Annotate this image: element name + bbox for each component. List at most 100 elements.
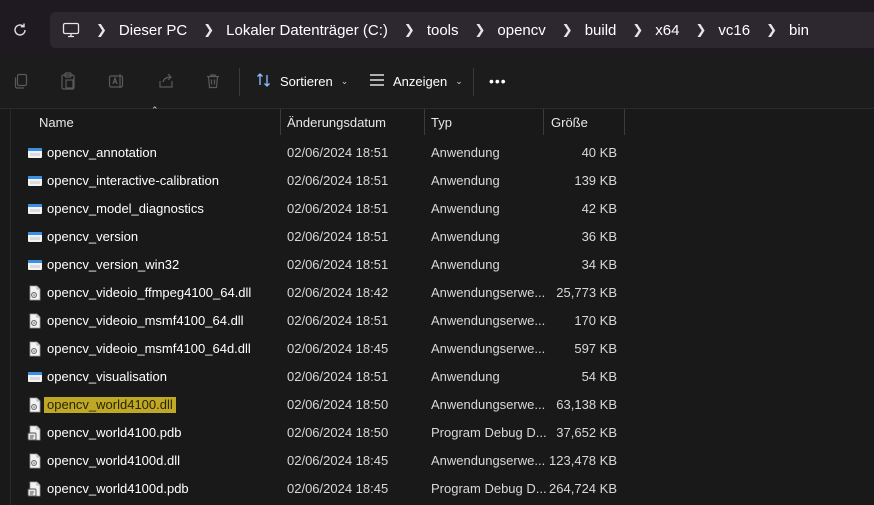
chevron-right-icon[interactable]: ❯	[766, 22, 777, 38]
toolbar-divider	[473, 68, 474, 96]
file-row[interactable]: opencv_world4100.pdb 02/06/2024 18:50 Prog…	[18, 419, 628, 447]
copy-icon[interactable]	[12, 71, 30, 91]
file-name: opencv_version	[47, 229, 139, 244]
file-row[interactable]: opencv_videoio_ffmpeg4100_64.dll 02/06/20…	[18, 279, 628, 307]
column-resize-handle[interactable]	[424, 109, 425, 135]
breadcrumb-item-build[interactable]: build	[585, 22, 617, 39]
column-resize-handle[interactable]	[543, 109, 544, 135]
computer-icon[interactable]	[62, 22, 80, 38]
file-size: 34 KB	[581, 257, 617, 272]
share-icon[interactable]	[157, 71, 175, 91]
list-border	[10, 109, 11, 505]
dll-file-icon	[27, 313, 43, 329]
file-type: Anwendungserwe...	[431, 397, 546, 412]
pdb-file-icon	[27, 481, 43, 497]
more-options-button[interactable]: •••	[489, 69, 507, 93]
chevron-right-icon[interactable]: ❯	[404, 22, 415, 38]
file-type: Anwendungserwe...	[431, 313, 546, 328]
file-name: opencv_world4100d.pdb	[47, 481, 189, 496]
breadcrumb-item-bin[interactable]: bin	[789, 22, 809, 39]
file-size: 54 KB	[581, 369, 617, 384]
rename-icon[interactable]	[108, 71, 126, 91]
chevron-right-icon[interactable]: ❯	[203, 22, 214, 38]
column-header-name[interactable]: Name	[39, 109, 74, 135]
chevron-right-icon[interactable]: ❯	[475, 22, 486, 38]
sort-button[interactable]: Sortieren ⌄	[256, 69, 348, 93]
file-type: Anwendung	[431, 173, 500, 188]
toolbar-divider	[239, 68, 240, 96]
delete-icon[interactable]	[204, 71, 222, 91]
file-size: 63,138 KB	[556, 397, 617, 412]
application-icon	[27, 369, 43, 385]
breadcrumb-item-tools[interactable]: tools	[427, 22, 459, 39]
file-row[interactable]: opencv_world4100.dll 02/06/2024 18:50 Anwe…	[18, 391, 628, 419]
file-row[interactable]: opencv_world4100d.pdb 02/06/2024 18:45 Pro…	[18, 475, 628, 503]
file-date: 02/06/2024 18:51	[287, 229, 389, 244]
file-date: 02/06/2024 18:51	[287, 313, 389, 328]
file-date: 02/06/2024 18:45	[287, 453, 389, 468]
file-size: 139 KB	[574, 173, 617, 188]
chevron-right-icon[interactable]: ❯	[562, 22, 573, 38]
file-row[interactable]: opencv_interactive-calibration 02/06/2024…	[18, 167, 628, 195]
file-size: 37,652 KB	[556, 425, 617, 440]
dll-file-icon	[27, 453, 43, 469]
sort-icon	[256, 72, 272, 91]
breadcrumb-item-x64[interactable]: x64	[655, 22, 679, 39]
file-date: 02/06/2024 18:51	[287, 201, 389, 216]
file-date: 02/06/2024 18:51	[287, 173, 389, 188]
breadcrumb-item-opencv[interactable]: opencv	[497, 22, 545, 39]
file-row[interactable]: opencv_visualisation 02/06/2024 18:51 Anwe…	[18, 363, 628, 391]
file-name: opencv_videoio_msmf4100_64.dll	[47, 313, 244, 328]
column-resize-handle[interactable]	[280, 109, 281, 135]
application-icon	[27, 229, 43, 245]
application-icon	[27, 201, 43, 217]
view-button[interactable]: Anzeigen ⌄	[369, 69, 463, 93]
chevron-right-icon[interactable]: ❯	[96, 22, 107, 38]
application-icon	[27, 173, 43, 189]
column-resize-handle[interactable]	[624, 109, 625, 135]
file-size: 597 KB	[574, 341, 617, 356]
column-header-size[interactable]: Größe	[551, 109, 588, 135]
file-row[interactable]: opencv_version 02/06/2024 18:51 Anwendung 3…	[18, 223, 628, 251]
file-row[interactable]: opencv_videoio_msmf4100_64d.dll 02/06/202…	[18, 335, 628, 363]
file-type: Program Debug D...	[431, 425, 547, 440]
breadcrumb-item-drive-c[interactable]: Lokaler Datenträger (C:)	[226, 22, 388, 39]
address-bar[interactable]: ❯ Dieser PC ❯ Lokaler Datenträger (C:) ❯…	[50, 12, 874, 48]
file-type: Anwendung	[431, 201, 500, 216]
chevron-right-icon[interactable]: ❯	[695, 22, 706, 38]
file-date: 02/06/2024 18:42	[287, 285, 389, 300]
file-size: 36 KB	[581, 229, 617, 244]
pdb-file-icon	[27, 425, 43, 441]
file-row[interactable]: opencv_version_win32 02/06/2024 18:51 Anwe…	[18, 251, 628, 279]
command-bar: Sortieren ⌄ Anzeigen ⌄ •••	[0, 54, 874, 109]
file-date: 02/06/2024 18:51	[287, 257, 389, 272]
file-name: opencv_interactive-calibration	[47, 173, 219, 188]
sort-label: Sortieren	[280, 73, 333, 89]
file-row[interactable]: opencv_videoio_msmf4100_64.dll 02/06/2024…	[18, 307, 628, 335]
file-list: ⌃ Name Änderungsdatum Typ Größe opencv_a…	[0, 105, 874, 505]
chevron-right-icon[interactable]: ❯	[632, 22, 643, 38]
file-size: 40 KB	[581, 145, 617, 160]
file-type: Program Debug D...	[431, 481, 547, 496]
file-name: opencv_world4100.dll	[44, 397, 176, 413]
sort-ascending-icon: ⌃	[151, 105, 159, 115]
view-icon	[369, 73, 385, 90]
file-date: 02/06/2024 18:51	[287, 369, 389, 384]
file-name: opencv_world4100.pdb	[47, 425, 182, 440]
file-name: opencv_version_win32	[47, 257, 180, 272]
file-date: 02/06/2024 18:50	[287, 397, 389, 412]
file-row[interactable]: opencv_annotation 02/06/2024 18:51 Anwendu…	[18, 139, 628, 167]
breadcrumb-item-vc16[interactable]: vc16	[718, 22, 750, 39]
refresh-icon[interactable]	[10, 20, 30, 40]
file-row[interactable]: opencv_world4100d.dll 02/06/2024 18:45 Anw…	[18, 447, 628, 475]
column-header-date[interactable]: Änderungsdatum	[287, 109, 386, 135]
paste-icon[interactable]	[59, 71, 77, 91]
file-name: opencv_videoio_msmf4100_64d.dll	[47, 341, 251, 356]
file-type: Anwendungserwe...	[431, 285, 546, 300]
breadcrumb-item-dieser-pc[interactable]: Dieser PC	[119, 22, 187, 39]
column-header-type[interactable]: Typ	[431, 109, 452, 135]
file-row[interactable]: opencv_model_diagnostics 02/06/2024 18:51…	[18, 195, 628, 223]
file-name: opencv_annotation	[47, 145, 157, 160]
view-label: Anzeigen	[393, 73, 448, 89]
file-date: 02/06/2024 18:51	[287, 145, 389, 160]
